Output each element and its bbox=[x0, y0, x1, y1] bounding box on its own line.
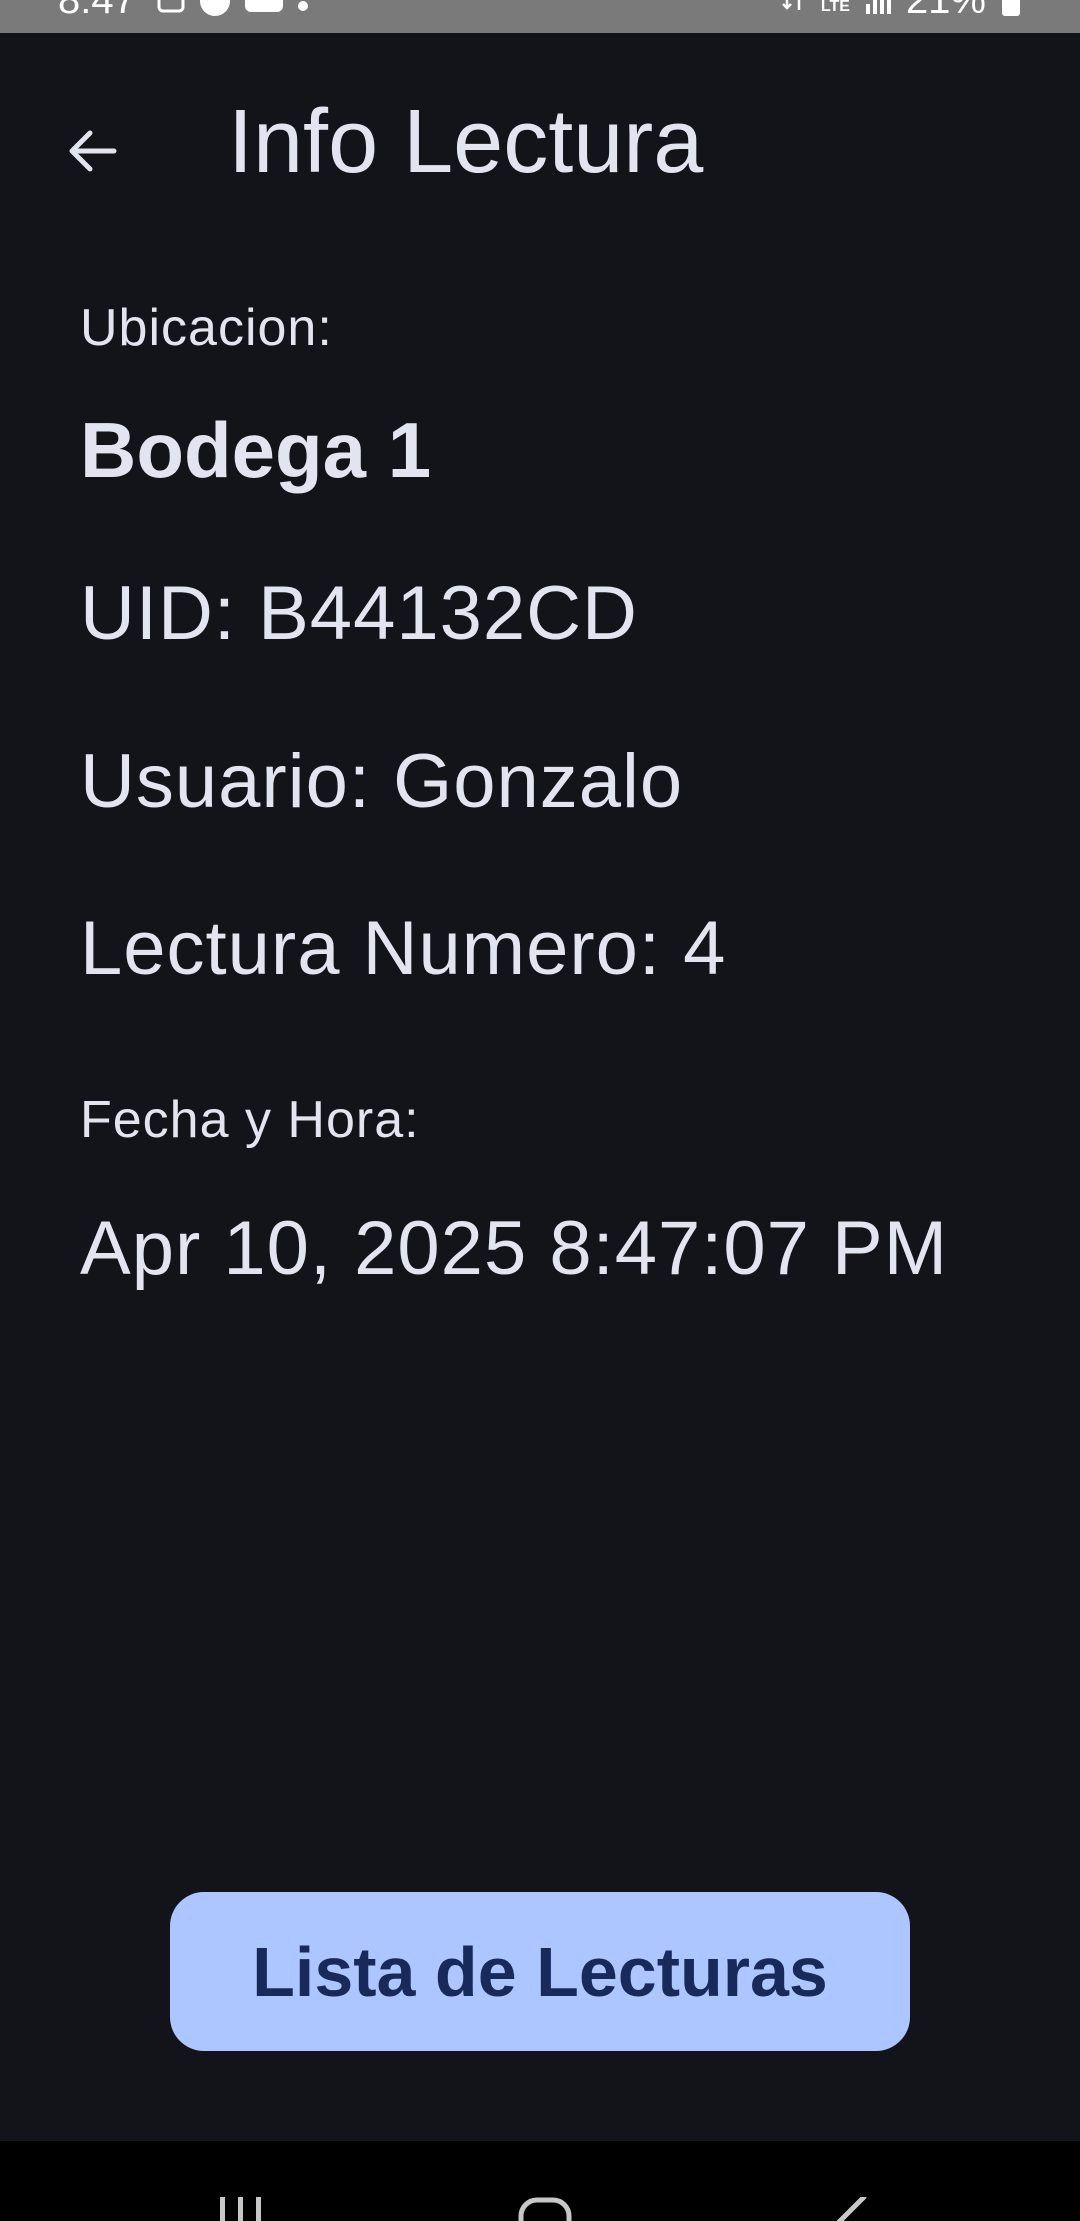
battery-icon bbox=[1002, 0, 1020, 16]
user-text: Usuario: Gonzalo bbox=[80, 739, 684, 824]
app-bar: Info Lectura bbox=[0, 33, 1080, 243]
home-icon[interactable] bbox=[518, 2197, 572, 2221]
data-arrows-icon bbox=[782, 0, 801, 10]
arrow-back-icon bbox=[69, 130, 117, 172]
network-type: LTE bbox=[820, 0, 850, 15]
system-icons: LTE 21% bbox=[781, 0, 1022, 23]
battery-percent: 21% bbox=[905, 0, 986, 22]
back-button[interactable] bbox=[44, 103, 140, 199]
back-nav-icon[interactable] bbox=[818, 2197, 868, 2221]
status-bar: 8:47 LTE 21% bbox=[0, 0, 1080, 33]
status-time: 8:47 bbox=[58, 0, 136, 22]
uid-text: UID: B44132CD bbox=[80, 571, 638, 656]
screenshot-icon bbox=[157, 0, 185, 13]
location-value: Bodega 1 bbox=[80, 406, 432, 494]
dot-icon bbox=[298, 1, 308, 11]
notification-icons bbox=[156, 0, 310, 18]
facebook-icon bbox=[200, 0, 230, 16]
datetime-value: Apr 10, 2025 8:47:07 PM bbox=[80, 1206, 949, 1291]
datetime-label: Fecha y Hora: bbox=[80, 1091, 420, 1149]
location-label: Ubicacion: bbox=[80, 299, 333, 357]
page-title: Info Lectura bbox=[228, 92, 704, 192]
youtube-icon bbox=[245, 0, 283, 12]
signal-icon bbox=[865, 0, 891, 14]
reading-number-text: Lectura Numero: 4 bbox=[80, 906, 727, 991]
reading-list-button[interactable]: Lista de Lecturas bbox=[170, 1892, 910, 2051]
recents-icon[interactable] bbox=[216, 2197, 266, 2221]
navigation-bar bbox=[0, 2141, 1080, 2221]
